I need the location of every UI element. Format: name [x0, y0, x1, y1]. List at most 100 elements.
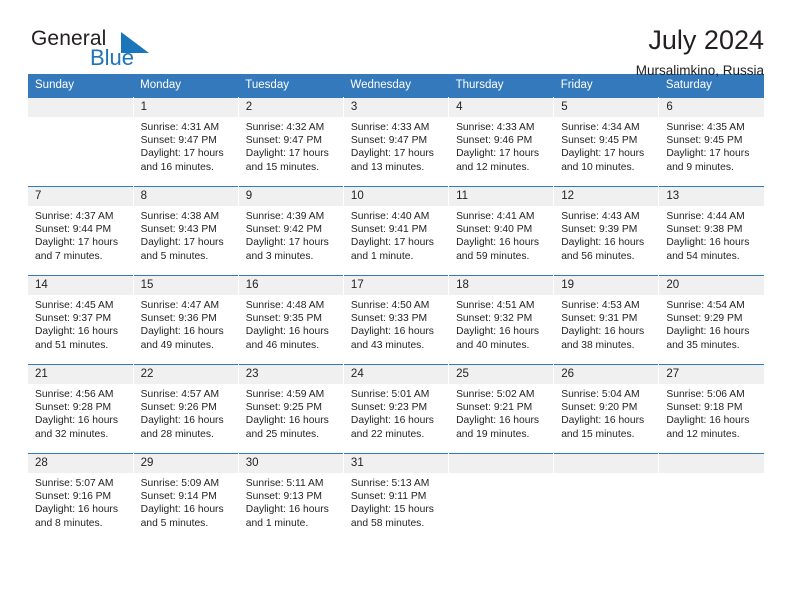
day-info-line: Daylight: 16 hours	[666, 326, 750, 338]
day-cell-inner: 18 Sunrise: 4:51 AM Sunset: 9:32 PM Dayligh…	[449, 275, 554, 364]
day-cell-inner: 2 Sunrise: 4:32 AM Sunset: 9:47 PM Daylight…	[238, 97, 343, 186]
calendar-day-cell[interactable]: 22 Sunrise: 4:57 AM Sunset: 9:26 PM Dayligh…	[133, 364, 239, 453]
day-info-line: Sunrise: 4:31 AM	[140, 122, 220, 133]
calendar-day-cell[interactable]: 25 Sunrise: 5:02 AM Sunset: 9:21 PM Dayligh…	[448, 364, 555, 453]
calendar-day-cell[interactable]: 17 Sunrise: 4:50 AM Sunset: 9:33 PM Dayligh…	[343, 275, 450, 364]
day-sun-info: Sunrise: 4:31 AM Sunset: 9:47 PM Daylight:…	[134, 117, 238, 174]
day-info-line: Sunset: 9:13 PM	[245, 491, 322, 503]
calendar-day-cell[interactable]: 24 Sunrise: 5:01 AM Sunset: 9:23 PM Dayligh…	[343, 364, 450, 453]
day-info-line: Sunrise: 4:44 AM	[666, 211, 745, 222]
day-sun-info: Sunrise: 4:34 AM Sunset: 9:45 PM Daylight:…	[554, 117, 658, 174]
day-info-line: Sunset: 9:38 PM	[666, 224, 743, 236]
day-cell-inner: 20 Sunrise: 4:54 AM Sunset: 9:29 PM Dayligh…	[659, 275, 764, 364]
calendar-day-cell[interactable]: 31 Sunrise: 5:13 AM Sunset: 9:11 PM Dayligh…	[343, 453, 450, 542]
day-sun-info: Sunrise: 4:35 AM Sunset: 9:45 PM Daylight:…	[659, 117, 764, 174]
day-number	[554, 454, 659, 473]
day-info-line: and 56 minutes.	[561, 250, 635, 262]
calendar-empty-cell	[658, 453, 764, 542]
calendar-day-cell[interactable]: 9 Sunrise: 4:39 AM Sunset: 9:42 PM Daylight…	[238, 186, 344, 275]
day-cell-inner: 25 Sunrise: 5:02 AM Sunset: 9:21 PM Dayligh…	[449, 364, 554, 453]
day-cell-inner: 15 Sunrise: 4:47 AM Sunset: 9:36 PM Dayligh…	[133, 275, 238, 364]
day-info-line: and 58 minutes.	[350, 517, 425, 529]
day-info-line: Daylight: 15 hours	[350, 504, 434, 516]
day-sun-info: Sunrise: 4:41 AM Sunset: 9:40 PM Daylight:…	[449, 206, 553, 263]
calendar-day-cell[interactable]: 2 Sunrise: 4:32 AM Sunset: 9:47 PM Daylight…	[238, 97, 344, 186]
calendar-day-cell[interactable]: 20 Sunrise: 4:54 AM Sunset: 9:29 PM Dayligh…	[658, 275, 764, 364]
calendar-day-cell[interactable]: 8 Sunrise: 4:38 AM Sunset: 9:43 PM Daylight…	[133, 186, 239, 275]
page-title: July 2024	[648, 25, 764, 55]
calendar-day-cell[interactable]: 12 Sunrise: 4:43 AM Sunset: 9:39 PM Dayligh…	[553, 186, 660, 275]
day-info-line: Sunrise: 4:56 AM	[35, 389, 114, 400]
calendar-day-cell[interactable]: 7 Sunrise: 4:37 AM Sunset: 9:44 PM Daylight…	[28, 186, 134, 275]
calendar-day-cell[interactable]: 16 Sunrise: 4:48 AM Sunset: 9:35 PM Dayligh…	[238, 275, 344, 364]
day-info-line: Sunrise: 4:59 AM	[245, 389, 325, 400]
calendar-day-cell[interactable]: 3 Sunrise: 4:33 AM Sunset: 9:47 PM Daylight…	[343, 97, 450, 186]
calendar-day-cell[interactable]: 19 Sunrise: 4:53 AM Sunset: 9:31 PM Dayligh…	[553, 275, 660, 364]
day-sun-info: Sunrise: 4:57 AM Sunset: 9:26 PM Daylight:…	[134, 384, 238, 441]
weekday-header-sunday: Sunday	[28, 74, 134, 97]
calendar-day-cell[interactable]: 29 Sunrise: 5:09 AM Sunset: 9:14 PM Dayligh…	[133, 453, 239, 542]
day-cell-inner: 12 Sunrise: 4:43 AM Sunset: 9:39 PM Dayligh…	[554, 186, 659, 275]
calendar-table: Sunday Monday Tuesday Wednesday Thursday Frid…	[28, 74, 764, 542]
calendar-week-row: 28 Sunrise: 5:07 AM Sunset: 9:16 PM Dayligh…	[28, 453, 764, 542]
day-sun-info: Sunrise: 5:06 AM Sunset: 9:18 PM Daylight:…	[659, 384, 764, 441]
calendar-day-cell[interactable]: 21 Sunrise: 4:56 AM Sunset: 9:28 PM Dayligh…	[28, 364, 134, 453]
calendar-day-cell[interactable]: 28 Sunrise: 5:07 AM Sunset: 9:16 PM Dayligh…	[28, 453, 134, 542]
day-number: 31	[343, 454, 449, 473]
calendar-day-cell[interactable]: 18 Sunrise: 4:51 AM Sunset: 9:32 PM Dayligh…	[448, 275, 555, 364]
day-info-line: Sunrise: 4:41 AM	[456, 211, 535, 222]
day-info-line: and 5 minutes.	[140, 250, 209, 262]
calendar-day-cell[interactable]: 11 Sunrise: 4:41 AM Sunset: 9:40 PM Dayligh…	[448, 186, 555, 275]
day-info-line: Daylight: 17 hours	[140, 237, 224, 249]
day-sun-info: Sunrise: 4:38 AM Sunset: 9:43 PM Daylight:…	[134, 206, 238, 263]
day-info-line: Sunset: 9:43 PM	[140, 224, 217, 236]
day-cell-inner: 5 Sunrise: 4:34 AM Sunset: 9:45 PM Daylight…	[554, 97, 659, 186]
day-info-line: and 9 minutes.	[666, 161, 734, 173]
calendar-day-cell[interactable]: 13 Sunrise: 4:44 AM Sunset: 9:38 PM Dayligh…	[658, 186, 764, 275]
day-info-line: Sunset: 9:25 PM	[245, 402, 322, 414]
day-number: 15	[133, 276, 238, 295]
day-info-line: Sunset: 9:45 PM	[561, 135, 638, 147]
day-info-line: Sunrise: 4:57 AM	[140, 389, 220, 400]
day-sun-info: Sunrise: 4:44 AM Sunset: 9:38 PM Daylight:…	[659, 206, 764, 263]
day-info-line: and 35 minutes.	[666, 339, 740, 351]
day-sun-info: Sunrise: 4:59 AM Sunset: 9:25 PM Daylight:…	[239, 384, 343, 441]
day-info-line: and 15 minutes.	[561, 428, 635, 440]
day-info-line: and 1 minute.	[350, 250, 414, 262]
day-info-line: Daylight: 16 hours	[666, 237, 750, 249]
calendar-day-cell[interactable]: 15 Sunrise: 4:47 AM Sunset: 9:36 PM Dayligh…	[133, 275, 239, 364]
day-sun-info: Sunrise: 5:02 AM Sunset: 9:21 PM Daylight:…	[449, 384, 553, 441]
day-number: 4	[449, 98, 554, 117]
day-sun-info: Sunrise: 4:40 AM Sunset: 9:41 PM Daylight:…	[344, 206, 448, 263]
day-info-line: and 43 minutes.	[350, 339, 425, 351]
day-number: 28	[28, 454, 133, 473]
calendar-day-cell[interactable]: 23 Sunrise: 4:59 AM Sunset: 9:25 PM Dayligh…	[238, 364, 344, 453]
calendar-day-cell[interactable]: 6 Sunrise: 4:35 AM Sunset: 9:45 PM Daylight…	[658, 97, 764, 186]
day-number: 17	[343, 276, 449, 295]
day-number: 10	[343, 187, 449, 206]
day-number: 23	[238, 365, 343, 384]
calendar-day-cell[interactable]: 27 Sunrise: 5:06 AM Sunset: 9:18 PM Dayligh…	[658, 364, 764, 453]
day-info-line: and 51 minutes.	[35, 339, 109, 351]
day-cell-inner: 8 Sunrise: 4:38 AM Sunset: 9:43 PM Daylight…	[133, 186, 238, 275]
day-info-line: Sunset: 9:47 PM	[245, 135, 322, 147]
calendar-day-cell[interactable]: 30 Sunrise: 5:11 AM Sunset: 9:13 PM Dayligh…	[238, 453, 344, 542]
day-info-line: Sunrise: 4:33 AM	[350, 122, 430, 133]
day-cell-inner: 17 Sunrise: 4:50 AM Sunset: 9:33 PM Dayligh…	[343, 275, 449, 364]
calendar-day-cell[interactable]: 4 Sunrise: 4:33 AM Sunset: 9:46 PM Daylight…	[448, 97, 555, 186]
day-sun-info: Sunrise: 5:07 AM Sunset: 9:16 PM Daylight:…	[28, 473, 133, 530]
day-info-line: Daylight: 16 hours	[35, 415, 118, 427]
day-info-line: Daylight: 17 hours	[456, 148, 540, 160]
calendar-day-cell[interactable]: 1 Sunrise: 4:31 AM Sunset: 9:47 PM Daylight…	[133, 97, 239, 186]
day-info-line: Sunset: 9:40 PM	[456, 224, 533, 236]
day-info-line: Sunset: 9:37 PM	[35, 313, 112, 325]
calendar-day-cell[interactable]: 14 Sunrise: 4:45 AM Sunset: 9:37 PM Dayligh…	[28, 275, 134, 364]
day-sun-info: Sunrise: 5:13 AM Sunset: 9:11 PM Daylight:…	[344, 473, 448, 530]
day-cell-inner: 3 Sunrise: 4:33 AM Sunset: 9:47 PM Daylight…	[343, 97, 449, 186]
day-info-line: Sunset: 9:33 PM	[350, 313, 428, 325]
day-info-line: and 7 minutes.	[35, 250, 103, 262]
calendar-day-cell[interactable]: 26 Sunrise: 5:04 AM Sunset: 9:20 PM Dayligh…	[553, 364, 660, 453]
day-info-line: Daylight: 17 hours	[245, 148, 329, 160]
calendar-day-cell[interactable]: 10 Sunrise: 4:40 AM Sunset: 9:41 PM Dayligh…	[343, 186, 450, 275]
calendar-day-cell[interactable]: 5 Sunrise: 4:34 AM Sunset: 9:45 PM Daylight…	[553, 97, 660, 186]
